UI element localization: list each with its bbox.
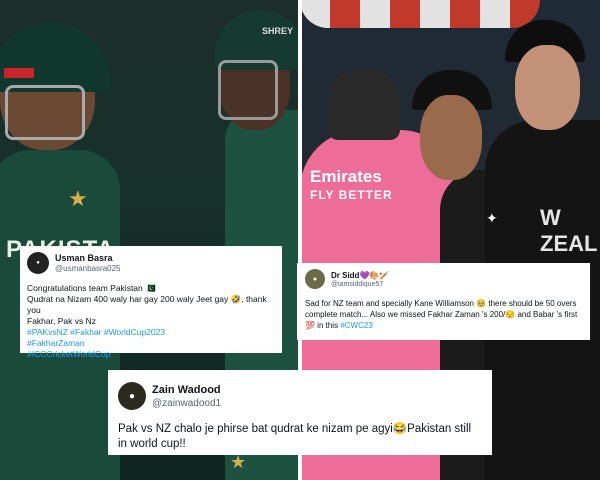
player-head [420,95,482,180]
helmet-grill [218,60,278,120]
author-handle[interactable]: @zainwadood1 [152,398,221,409]
tweet-header: ● Dr Sidd💜🎨🏏 @iamsiddique57 [305,269,582,289]
tweet-author: Zain Wadood @zainwadood1 [152,384,221,409]
umpire-cap [328,70,400,140]
fern-icon: ✦ [486,210,498,226]
author-name[interactable]: Dr Sidd💜🎨🏏 [331,271,389,280]
star-emblem-icon: ★ [68,186,88,211]
tweet-author: Dr Sidd💜🎨🏏 @iamsiddique57 [331,271,389,288]
tweet-card[interactable]: ● Usman Basra @usmanbasra025 Congratulat… [20,246,282,359]
tweet-card[interactable]: ● Dr Sidd💜🎨🏏 @iamsiddique57 Sad for NZ t… [297,263,590,340]
tweet-line: Congratulations team Pakistan 🇵🇰 [27,283,156,293]
tweet-header: ● Zain Wadood @zainwadood1 [118,382,482,410]
avatar-icon[interactable]: ● [118,382,146,410]
jersey-text: W ZEAL [540,205,598,256]
author-name[interactable]: Zain Wadood [152,384,221,396]
helmet-grill [5,85,85,140]
tweet-author: Usman Basra @usmanbasra025 [55,253,121,273]
tweet-line: Fakhar, Pak vs Nz [27,316,96,326]
helmet [0,22,110,92]
umpire-sponsor: Emirates FLY BETTER [310,168,393,204]
tweet-line: Qudrat na Nizam 400 waly har gay 200 wal… [27,294,267,315]
hashtag-line[interactable]: #FakharZaman [27,338,275,349]
tweet-text: Pak vs NZ chalo je phirse bat qudrat ke … [118,423,472,450]
star-emblem-icon: ★ [230,452,247,472]
umbrella [300,0,540,28]
hashtag-line[interactable]: #PAKvsNZ #Fakhar #WorldCup2023 [27,327,275,338]
hashtag[interactable]: #CWC23 [340,321,372,330]
tweet-header: ● Usman Basra @usmanbasra025 [27,252,275,274]
helmet-brand: SHREY [262,26,294,36]
player-head [515,45,580,130]
tweet-text: Sad for NZ team and specially Kane Willi… [305,298,582,331]
author-handle[interactable]: @usmanbasra025 [55,264,121,273]
author-handle[interactable]: @iamsiddique57 [331,281,389,288]
tweet-card[interactable]: ● Zain Wadood @zainwadood1 Pak vs NZ cha… [108,370,492,455]
avatar-icon[interactable]: ● [27,252,49,274]
helmet-logo [4,68,34,78]
tweet-text: Congratulations team Pakistan 🇵🇰 Qudrat … [27,283,275,360]
hashtag-line[interactable]: #ICCCricketWorldCup [27,349,275,360]
sponsor-line2: FLY BETTER [310,188,393,202]
author-name[interactable]: Usman Basra [55,253,121,263]
avatar-icon[interactable]: ● [305,269,325,289]
sponsor-line1: Emirates [310,167,382,186]
